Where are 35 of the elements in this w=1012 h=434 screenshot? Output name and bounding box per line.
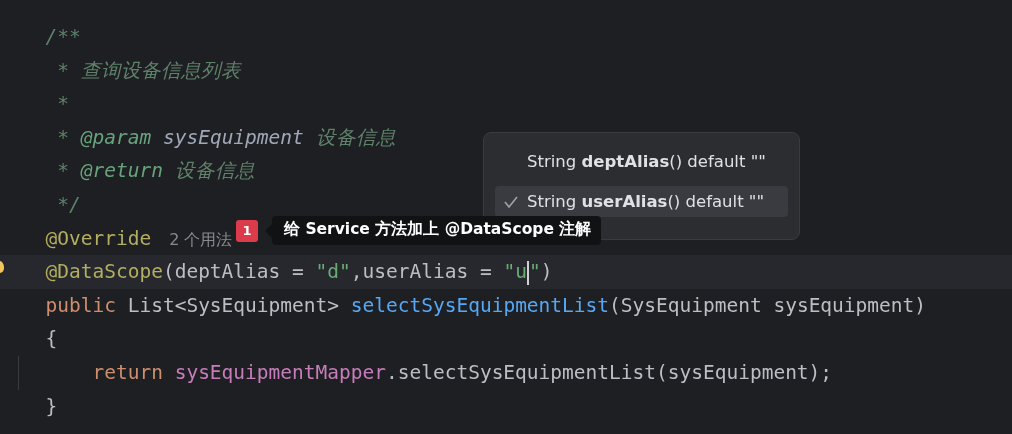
doc-tag: @return [80,159,163,183]
code-comment: /** [45,25,81,48]
string-literal: "d" [315,260,351,284]
completion-item[interactable]: String userAlias() default "" [495,186,788,217]
field-name: sysEquipmentMapper [173,360,386,384]
code-comment: 设备信息 [173,159,255,183]
code-comment: * [56,159,70,183]
keyword: return [91,360,163,384]
code-text: ) [540,260,553,284]
doc-tag: @param [80,125,152,149]
code-text: .selectSysEquipmentList(sysEquipment); [385,360,833,384]
code-comment: * [56,125,70,149]
code-text: } [45,394,58,418]
code-text: ,userAlias = [350,260,493,284]
annotation-name: @DataScope [45,260,163,284]
string-literal: " [528,260,541,284]
code-text: List<SysEquipment> [126,293,340,317]
keyword: public [45,293,116,317]
annotation-name: @Override [45,226,152,250]
step-badge: 1 [236,219,258,242]
code-comment: 设备信息 [314,125,396,149]
usage-hint: 2 个用法 [169,229,233,249]
completion-item[interactable]: String deptAlias() default "" [495,146,788,177]
code-comment: * [56,92,69,116]
code-text: (deptAlias = [162,260,305,284]
code-comment: 查询设备信息列表 [80,58,241,82]
code-comment: * [56,58,70,82]
string-literal: "u [503,260,527,284]
doc-param-name: sysEquipment [161,125,304,149]
method-name: selectSysEquipmentList [350,293,610,317]
tooltip: 给 Service 方法加上 @DataScope 注解 [265,216,602,245]
code-text: (SysEquipment sysEquipment) [609,293,927,317]
check-icon [503,194,519,209]
code-comment: */ [56,192,81,216]
code-text: { [45,327,58,351]
